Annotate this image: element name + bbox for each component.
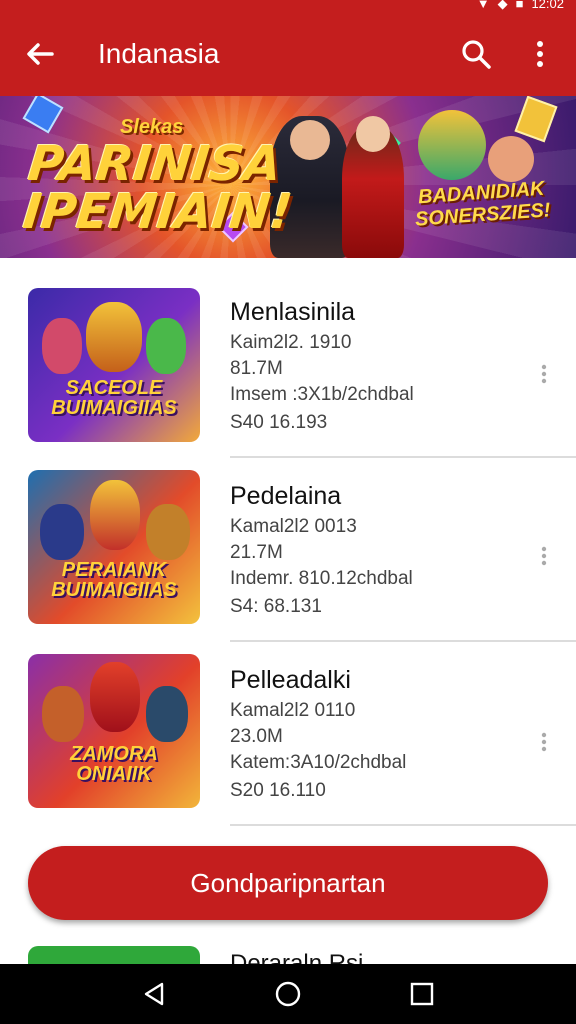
game-thumbnail[interactable]: PERAIANK BUIMAIGIIAS [28, 470, 200, 624]
game-title: Deraraln Rsi [230, 952, 363, 964]
character-image [146, 318, 186, 374]
more-vertical-icon[interactable] [524, 36, 556, 72]
game-title: Pedelaina [230, 482, 342, 510]
game-title: Menlasinila [230, 298, 356, 326]
list-item[interactable]: ZAMORA ONIAIIK Pelleadalki Kamal2l2 0110… [0, 626, 576, 826]
banner-title-line2: IPEMIAIN! [20, 184, 295, 240]
game-meta-line: Indemr. 810.12chdbal [230, 568, 413, 589]
character-image [90, 480, 140, 550]
character-image [42, 686, 84, 742]
thumbnail-label: ZAMORA ONIAIIK [70, 743, 158, 785]
game-list: SACEOLE BUIMAIGIIAS Menlasinila Kaim2l2.… [0, 258, 576, 858]
character-image [146, 686, 188, 742]
game-thumbnail[interactable]: SACEOLE BUIMAIGIIAS [28, 288, 200, 442]
app-bar: Indanasia [0, 14, 576, 96]
battery-icon: ■ [515, 0, 524, 11]
character-image [42, 318, 82, 374]
status-bar: ▼ ◆ ■ 12:02 [0, 0, 576, 14]
nav-back-icon[interactable] [138, 978, 170, 1010]
status-time: 12:02 [531, 0, 564, 11]
game-thumbnail[interactable]: ZAMORA ONIAIIK [28, 654, 200, 808]
list-item[interactable]: PERAIANK BUIMAIGIIAS Pedelaina Kamal2l2 … [0, 442, 576, 642]
game-title: Pelleadalki [230, 666, 351, 694]
game-meta-line: Kamal2l2 0013 [230, 516, 357, 537]
thumbnail-label: PERAIANK BUIMAIGIIAS [51, 559, 177, 601]
primary-action-button[interactable]: Gondparipnartan [28, 846, 548, 920]
nav-home-icon[interactable] [272, 978, 304, 1010]
thumbnail-label: SACEOLE BUIMAIGIIAS [51, 377, 177, 419]
banner-title: PARINISA IPEMIAIN! [20, 136, 300, 240]
more-vertical-icon[interactable] [536, 546, 552, 566]
character-image [40, 504, 84, 560]
character-image [146, 504, 190, 560]
game-price: S20 16.110 [230, 780, 326, 801]
search-icon[interactable] [458, 36, 494, 72]
signal-icon: ▼ [476, 0, 490, 11]
wifi-icon: ◆ [497, 0, 508, 11]
banner-title-line1: PARINISA [25, 136, 284, 192]
hero-character-image [418, 110, 486, 180]
game-meta-line: Katem:3A10/2chdbal [230, 752, 407, 773]
hero-character-image [356, 116, 390, 152]
more-vertical-icon[interactable] [536, 732, 552, 752]
system-nav-bar [0, 964, 576, 1024]
game-meta-line: Kaim2l2. 1910 [230, 332, 352, 353]
game-thumbnail[interactable] [28, 946, 200, 966]
game-meta-line: Kamal2l2 0110 [230, 700, 356, 721]
back-arrow-icon[interactable] [22, 36, 58, 72]
hero-character-image [488, 136, 534, 182]
game-size: 81.7M [230, 358, 283, 379]
promo-banner[interactable]: Slekas PARINISA IPEMIAIN! BADANIDIAK SON… [0, 96, 576, 258]
page-title: Indanasia [98, 38, 220, 69]
game-size: 23.0M [230, 726, 283, 747]
more-vertical-icon[interactable] [536, 364, 552, 384]
divider [230, 824, 576, 826]
nav-recent-icon[interactable] [406, 978, 438, 1010]
character-image [86, 302, 142, 372]
game-price: S4: 68.131 [230, 596, 322, 617]
list-item[interactable]: SACEOLE BUIMAIGIIAS Menlasinila Kaim2l2.… [0, 258, 576, 458]
game-meta-line: Imsem :3X1b/2chdbal [230, 384, 414, 405]
character-image [90, 662, 140, 732]
game-price: S40 16.193 [230, 412, 328, 433]
game-size: 21.7M [230, 542, 283, 563]
